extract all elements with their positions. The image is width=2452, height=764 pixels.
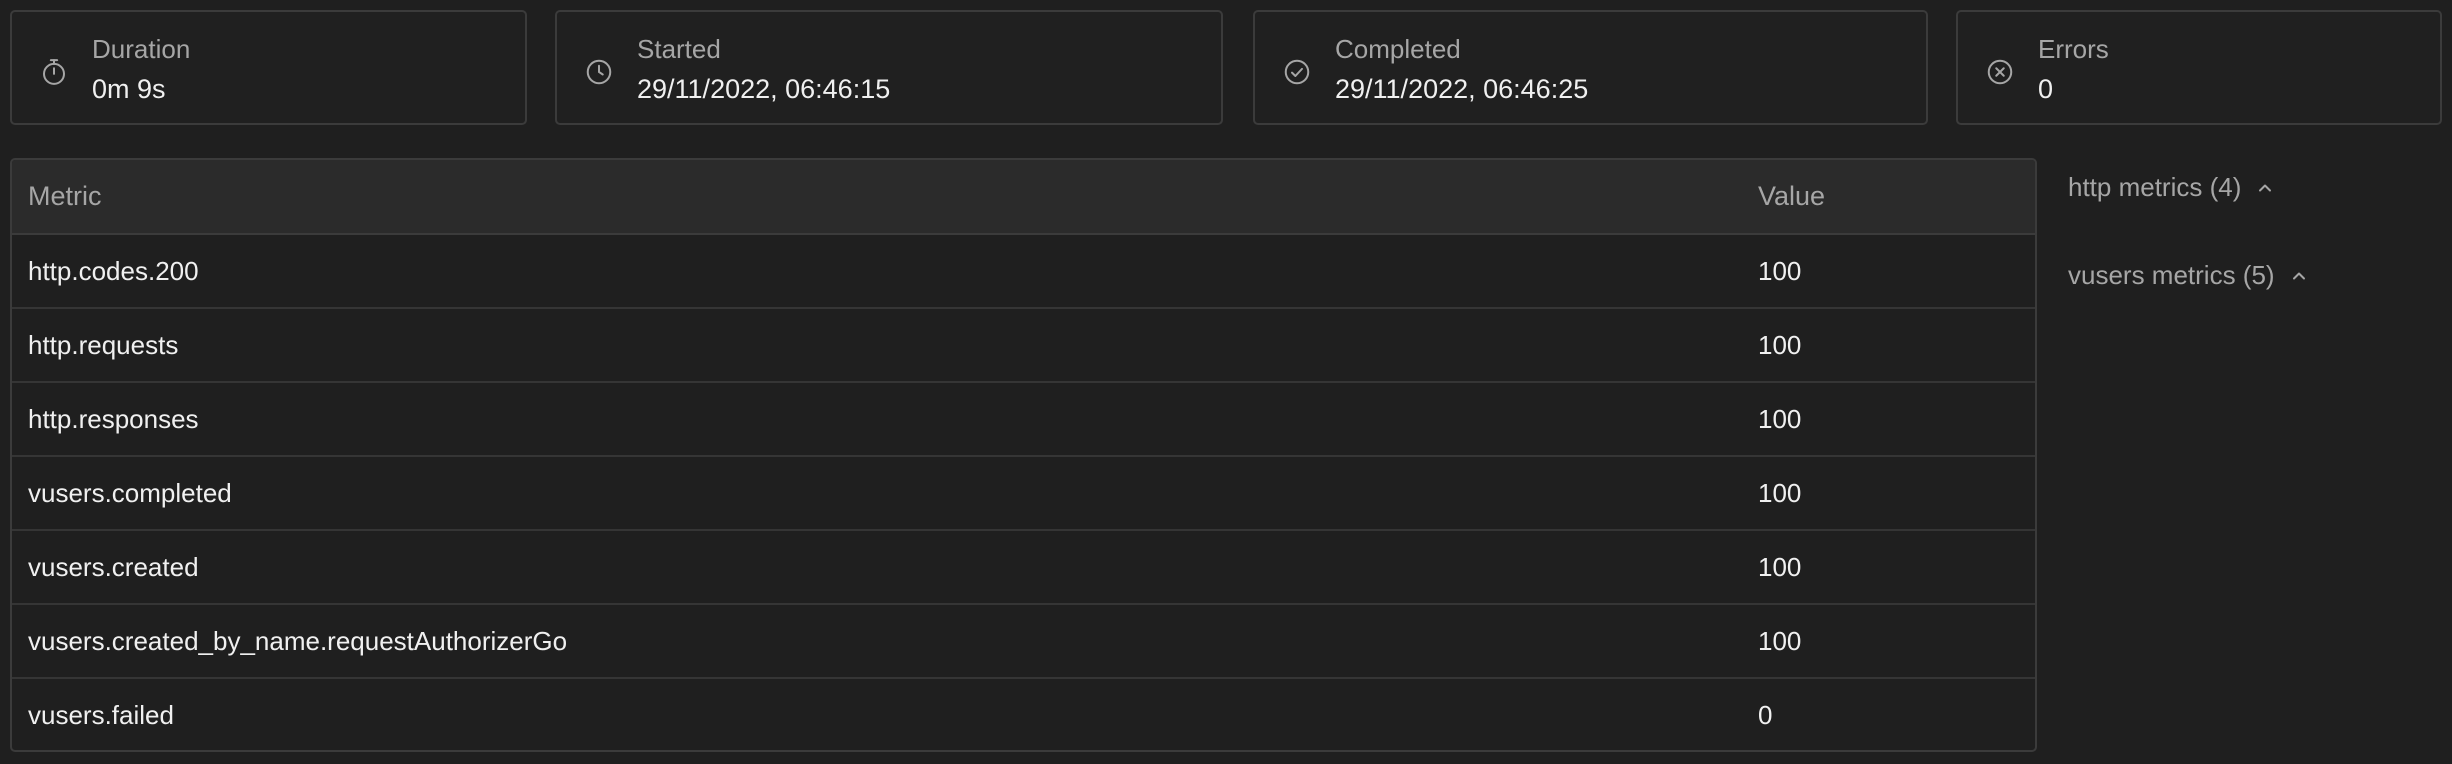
metric-name: http.responses	[12, 382, 1742, 457]
vusers-metrics-label: vusers metrics (5)	[2068, 260, 2275, 290]
errors-card: Errors 0	[1956, 10, 2442, 125]
started-value: 29/11/2022, 06:46:15	[637, 74, 891, 104]
table-row: vusers.created 100	[12, 530, 2035, 605]
check-circle-icon	[1282, 57, 1312, 87]
metric-column-header[interactable]: Metric	[12, 160, 1742, 235]
errors-label: Errors	[2038, 34, 2109, 64]
errors-value: 0	[2038, 74, 2054, 104]
metric-name: vusers.created	[12, 530, 1742, 605]
table-row: http.responses 100	[12, 382, 2035, 457]
table-row: vusers.created_by_name.requestAuthorizer…	[12, 604, 2035, 679]
metric-value: 100	[1742, 530, 2035, 605]
vusers-metrics-toggle[interactable]: vusers metrics (5)	[2068, 260, 2309, 291]
metric-name: vusers.created_by_name.requestAuthorizer…	[12, 604, 1742, 679]
http-metrics-toggle[interactable]: http metrics (4)	[2068, 172, 2275, 203]
completed-card: Completed 29/11/2022, 06:46:25	[1253, 10, 1928, 125]
metric-name: vusers.failed	[28, 700, 174, 730]
metric-value: 100	[1742, 234, 2035, 309]
metric-value: 0	[1758, 700, 1773, 730]
x-circle-icon	[1985, 57, 2015, 87]
started-card: Started 29/11/2022, 06:46:15	[555, 10, 1223, 125]
table-row: vusers.completed 100	[12, 456, 2035, 531]
metrics-table: Metric Value http.codes.200 100 http.req…	[10, 158, 2037, 752]
http-metrics-label: http metrics (4)	[2068, 172, 2242, 202]
table-row: http.requests 100	[12, 308, 2035, 383]
summary-bar: Duration 0m 9s Started 29/11/2022, 06:46…	[10, 10, 2442, 125]
metric-name: http.codes.200	[12, 234, 1742, 309]
metric-value: 100	[1742, 456, 2035, 531]
chevron-up-icon	[2255, 178, 2275, 198]
metric-name: vusers.completed	[12, 456, 1742, 531]
completed-label: Completed	[1335, 34, 1461, 64]
duration-value: 0m 9s	[92, 74, 166, 104]
chevron-up-icon	[2289, 266, 2309, 286]
metric-value: 100	[1742, 604, 2035, 679]
metric-value: 100	[1742, 382, 2035, 457]
table-row: vusers.failed 0	[12, 678, 2035, 750]
value-column-header[interactable]: Value	[1742, 160, 2035, 235]
clock-icon	[584, 57, 614, 87]
started-label: Started	[637, 34, 721, 64]
duration-card: Duration 0m 9s	[10, 10, 527, 125]
table-header-row: Metric Value	[12, 160, 2035, 235]
completed-value: 29/11/2022, 06:46:25	[1335, 74, 1589, 104]
metric-name: http.requests	[12, 308, 1742, 383]
metric-value: 100	[1742, 308, 2035, 383]
table-row: http.codes.200 100	[12, 234, 2035, 309]
stopwatch-icon	[39, 57, 69, 87]
duration-label: Duration	[92, 34, 191, 64]
